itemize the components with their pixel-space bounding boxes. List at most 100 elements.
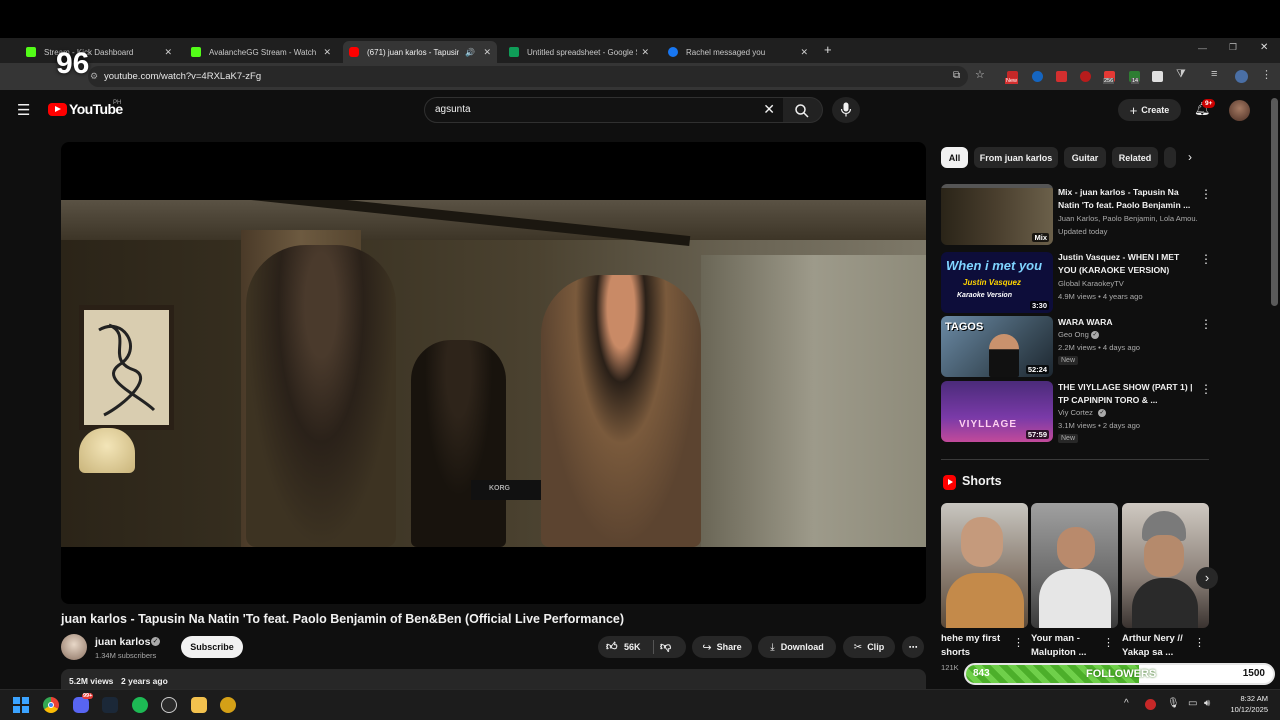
tray-network-icon[interactable]: ▭ xyxy=(1188,698,1197,709)
chip-all[interactable]: All xyxy=(941,147,968,168)
rec-menu-icon[interactable]: ⋮ xyxy=(1200,252,1212,266)
chip-partial[interactable] xyxy=(1164,147,1176,168)
channel-avatar[interactable] xyxy=(61,634,87,660)
short-thumbnail[interactable] xyxy=(941,503,1028,628)
thumbs-up-icon[interactable]: 👍︎ xyxy=(606,640,618,653)
short-title[interactable]: Arthur Nery // Yakap sa ... xyxy=(1122,632,1198,660)
short-menu-icon[interactable]: ⋮ xyxy=(1103,636,1114,649)
rec-thumbnail-mix[interactable]: Mix xyxy=(941,184,1053,245)
chip-related[interactable]: Related xyxy=(1112,147,1158,168)
minimize-button[interactable]: — xyxy=(1198,43,1207,53)
extension-white-icon[interactable] xyxy=(1152,71,1163,82)
like-dislike-group: 👍︎ 56K 👎︎ xyxy=(598,636,686,658)
tab-youtube-active[interactable]: (671) juan karlos - Tapusin N 🔊 ✕ xyxy=(343,41,497,63)
video-player[interactable]: KORG xyxy=(61,142,926,604)
file-explorer-taskbar-icon[interactable] xyxy=(191,697,207,713)
more-actions-button[interactable]: ⋯ xyxy=(902,636,924,658)
close-tab-icon[interactable]: ✕ xyxy=(164,47,172,58)
followers-current: 843 xyxy=(973,668,990,679)
extensions-puzzle-icon[interactable]: ⧩ xyxy=(1176,68,1186,81)
cast-icon[interactable]: ⧉ xyxy=(953,70,960,81)
download-button[interactable]: ⤓ Download xyxy=(758,636,836,658)
extension-youtube-icon[interactable] xyxy=(1056,71,1067,82)
taskbar-date[interactable]: 10/12/2025 xyxy=(1226,705,1268,714)
search-button[interactable] xyxy=(783,97,823,123)
search-query-text[interactable]: agsunta xyxy=(435,104,471,115)
speaker-icon[interactable]: 🔊 xyxy=(465,48,475,57)
subscribe-button[interactable]: Subscribe xyxy=(181,636,243,658)
create-button[interactable]: + Create xyxy=(1118,99,1181,121)
window-curtain xyxy=(701,255,926,547)
browser-menu-icon[interactable]: ⋮ xyxy=(1261,68,1272,81)
steam-taskbar-icon[interactable] xyxy=(102,697,118,713)
close-tab-icon[interactable]: ✕ xyxy=(641,47,649,58)
rec-menu-icon[interactable]: ⋮ xyxy=(1200,187,1212,201)
spotify-taskbar-icon[interactable] xyxy=(132,697,148,713)
maximize-button[interactable]: ❐ xyxy=(1229,42,1237,53)
shorts-next-button[interactable]: › xyxy=(1196,567,1218,589)
rec-channel[interactable]: Viy Cortez xyxy=(1058,408,1093,417)
verified-badge-icon: ✓ xyxy=(1091,331,1099,339)
rec-thumbnail-wara[interactable]: TAGOS 52:24 xyxy=(941,316,1053,377)
thumbs-down-icon[interactable]: 👎︎ xyxy=(660,640,671,653)
search-input[interactable]: agsunta ✕ xyxy=(424,97,784,123)
rec-thumbnail-karaoke[interactable]: When i met you Justin Vasquez Karaoke Ve… xyxy=(941,252,1053,313)
obs-taskbar-icon[interactable] xyxy=(161,697,177,713)
rec-title[interactable]: Mix - juan karlos - Tapusin Na Natin 'To… xyxy=(1058,186,1198,211)
chrome-taskbar-icon[interactable] xyxy=(43,697,59,713)
chips-next-chevron-icon[interactable]: › xyxy=(1188,150,1192,164)
clip-button[interactable]: ✂ Clip xyxy=(843,636,895,658)
rec-thumbnail-viyllage[interactable]: VIYLLAGE 57:59 xyxy=(941,381,1053,442)
url-text[interactable]: youtube.com/watch?v=4RXLaK7-zFg xyxy=(104,67,261,87)
rec-title[interactable]: THE VIYLLAGE SHOW (PART 1) | TP CAPINPIN… xyxy=(1058,381,1198,406)
close-tab-icon[interactable]: ✕ xyxy=(323,47,331,58)
like-count[interactable]: 56K xyxy=(624,642,641,652)
rec-channel[interactable]: Juan Karlos, Paolo Benjamin, Lola Amou..… xyxy=(1058,214,1198,223)
tray-volume-icon[interactable]: 🔊︎ xyxy=(1204,698,1210,709)
rec-title[interactable]: Justin Vasquez - WHEN I MET YOU (KARAOKE… xyxy=(1058,251,1198,276)
account-avatar[interactable] xyxy=(1229,100,1250,121)
close-window-button[interactable]: ✕ xyxy=(1260,42,1268,53)
clear-search-icon[interactable]: ✕ xyxy=(763,101,775,118)
chip-guitar[interactable]: Guitar xyxy=(1064,147,1106,168)
new-tab-button[interactable]: + xyxy=(824,42,832,57)
tray-mic-icon[interactable]: 🎙︎ xyxy=(1167,698,1180,709)
rec-channel[interactable]: Geo Ong xyxy=(1058,330,1089,339)
tab-kick-dashboard[interactable]: Stream - Kick Dashboard ✕ xyxy=(20,41,178,63)
tab-avalanchegg[interactable]: AvalancheGG Stream - Watch L ✕ xyxy=(185,41,337,63)
app-taskbar-icon[interactable] xyxy=(220,697,236,713)
close-tab-icon[interactable]: ✕ xyxy=(800,47,808,58)
taskbar-time[interactable]: 8:32 AM xyxy=(1226,694,1268,703)
rec-title[interactable]: WARA WARA xyxy=(1058,316,1198,329)
share-button[interactable]: ↪ Share xyxy=(692,636,752,658)
rec-channel[interactable]: Global KaraokeyTV xyxy=(1058,279,1124,288)
description-box[interactable]: 5.2M views 2 years ago xyxy=(61,669,926,691)
short-thumbnail[interactable] xyxy=(1031,503,1118,628)
extension-blue-icon[interactable] xyxy=(1032,71,1043,82)
tray-app-icon[interactable] xyxy=(1145,699,1156,710)
tab-google-sheets[interactable]: Untitled spreadsheet - Google S ✕ xyxy=(503,41,655,63)
short-thumbnail[interactable] xyxy=(1122,503,1209,628)
close-tab-icon[interactable]: ✕ xyxy=(483,47,491,58)
windows-start-icon[interactable] xyxy=(13,697,29,713)
hamburger-menu-icon[interactable]: ☰ xyxy=(17,101,30,119)
short-title[interactable]: Your man - Malupiton ... xyxy=(1031,632,1107,660)
channel-name[interactable]: juan karlos xyxy=(95,636,150,648)
rec-menu-icon[interactable]: ⋮ xyxy=(1200,317,1212,331)
bookmark-star-icon[interactable]: ☆ xyxy=(975,68,985,81)
site-info-icon[interactable]: ⚙ xyxy=(90,71,98,82)
page-scrollbar-thumb[interactable] xyxy=(1271,98,1278,306)
media-controls-icon[interactable]: ≡ xyxy=(1211,68,1217,80)
youtube-logo-icon[interactable] xyxy=(48,103,67,116)
tray-chevron-icon[interactable]: ^ xyxy=(1124,698,1129,709)
short-title[interactable]: hehe my first shorts xyxy=(941,632,1017,660)
short-menu-icon[interactable]: ⋮ xyxy=(1194,636,1205,649)
short-menu-icon[interactable]: ⋮ xyxy=(1013,636,1024,649)
discord-taskbar-icon[interactable] xyxy=(73,697,89,713)
profile-avatar[interactable] xyxy=(1235,70,1248,83)
tab-facebook[interactable]: Rachel messaged you ✕ xyxy=(662,41,814,63)
extension-lastpass-icon[interactable] xyxy=(1080,71,1091,82)
rec-menu-icon[interactable]: ⋮ xyxy=(1200,382,1212,396)
voice-search-button[interactable] xyxy=(832,97,860,123)
chip-from-channel[interactable]: From juan karlos xyxy=(974,147,1058,168)
